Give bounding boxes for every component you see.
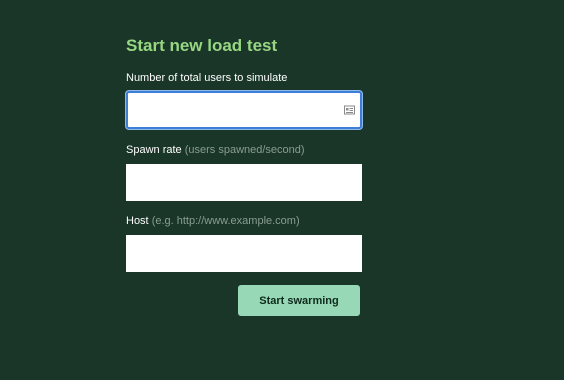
start-load-test-form: Start new load test Number of total user…	[126, 36, 362, 272]
users-field-wrapper	[126, 91, 362, 129]
spawn-rate-label-text: Spawn rate	[126, 144, 182, 156]
users-field-label-text: Number of total users to simulate	[126, 72, 288, 84]
spawn-rate-hint: (users spawned/second)	[184, 144, 305, 156]
start-swarming-button[interactable]: Start swarming	[238, 285, 360, 316]
spawn-rate-field-wrapper	[126, 164, 362, 201]
host-label-text: Host	[126, 215, 149, 227]
form-title: Start new load test	[126, 36, 278, 55]
spawn-rate-input[interactable]	[126, 164, 362, 201]
contact-card-icon[interactable]	[344, 105, 355, 115]
users-input[interactable]	[128, 93, 360, 127]
host-field-wrapper	[126, 235, 362, 272]
host-input[interactable]	[126, 235, 362, 272]
form-actions: Start swarming	[238, 285, 360, 316]
host-field-label: Host (e.g. http://www.example.com)	[126, 215, 362, 228]
spawn-rate-field-label: Spawn rate (users spawned/second)	[126, 144, 362, 157]
users-field-label: Number of total users to simulate	[126, 72, 362, 85]
host-hint: (e.g. http://www.example.com)	[151, 215, 300, 227]
